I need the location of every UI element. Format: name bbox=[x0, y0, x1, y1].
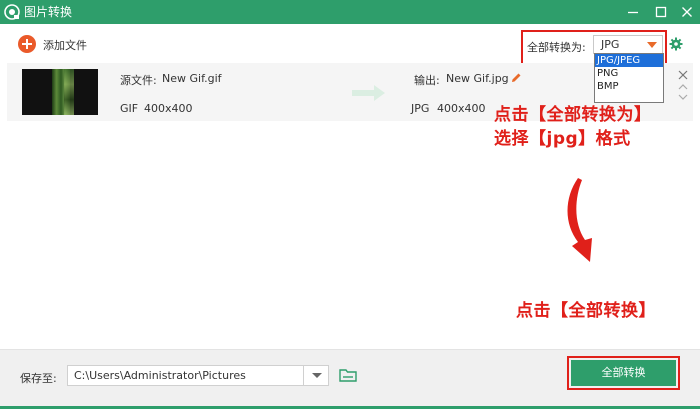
curved-arrow-down-icon bbox=[567, 178, 592, 262]
output-size: 400x400 bbox=[437, 102, 486, 115]
annotation-step2: 点击【全部转换】 bbox=[516, 301, 656, 321]
folder-icon[interactable] bbox=[339, 367, 357, 383]
maximize-icon bbox=[655, 6, 667, 18]
source-file-label: 源文件: bbox=[120, 74, 157, 87]
chevron-up-icon[interactable] bbox=[678, 84, 688, 90]
save-to-label: 保存至: bbox=[20, 372, 57, 385]
plus-icon bbox=[18, 35, 36, 53]
add-files-label: 添加文件 bbox=[43, 39, 87, 52]
maximize-button[interactable] bbox=[652, 3, 670, 21]
annotation-step1-line1: 点击【全部转换为】 bbox=[494, 105, 652, 125]
convert-all-to-label: 全部转换为: bbox=[527, 41, 586, 54]
source-file-name: New Gif.gif bbox=[162, 72, 222, 85]
format-select[interactable]: JPG bbox=[593, 35, 663, 54]
save-path-dropdown-button[interactable] bbox=[303, 365, 329, 386]
output-format: JPG bbox=[411, 102, 430, 115]
output-file-name: New Gif.jpg bbox=[446, 72, 509, 85]
output-label: 输出: bbox=[414, 74, 440, 87]
format-option-jpg[interactable]: JPG/JPEG bbox=[595, 54, 663, 67]
chevron-down-icon bbox=[647, 42, 657, 48]
dropdown-caret-icon bbox=[312, 373, 322, 378]
file-thumbnail bbox=[22, 69, 98, 115]
remove-file-icon[interactable] bbox=[677, 69, 689, 81]
chevron-down-small-icon[interactable] bbox=[678, 94, 688, 100]
title-bar: 图片转换 bbox=[0, 0, 700, 24]
close-icon bbox=[682, 7, 692, 17]
app-logo-icon bbox=[4, 4, 20, 20]
save-path-value: C:\Users\Administrator\Pictures bbox=[74, 369, 246, 382]
gear-icon[interactable] bbox=[669, 37, 683, 51]
save-path-input[interactable]: C:\Users\Administrator\Pictures bbox=[67, 365, 329, 386]
arrow-right-icon bbox=[352, 85, 385, 101]
format-dropdown: JPG/JPEG PNG BMP bbox=[594, 53, 664, 103]
window-title: 图片转换 bbox=[24, 5, 73, 19]
annotation-step1-line2: 选择【jpg】格式 bbox=[494, 129, 631, 149]
pencil-icon[interactable] bbox=[511, 72, 522, 83]
convert-all-button[interactable]: 全部转换 bbox=[571, 360, 676, 386]
close-button[interactable] bbox=[678, 3, 696, 21]
format-select-value: JPG bbox=[601, 38, 620, 51]
minimize-icon bbox=[628, 11, 638, 14]
source-format: GIF bbox=[120, 102, 139, 115]
format-option-png[interactable]: PNG bbox=[595, 67, 663, 80]
source-size: 400x400 bbox=[144, 102, 193, 115]
format-option-bmp[interactable]: BMP bbox=[595, 80, 663, 93]
minimize-button[interactable] bbox=[624, 3, 642, 21]
